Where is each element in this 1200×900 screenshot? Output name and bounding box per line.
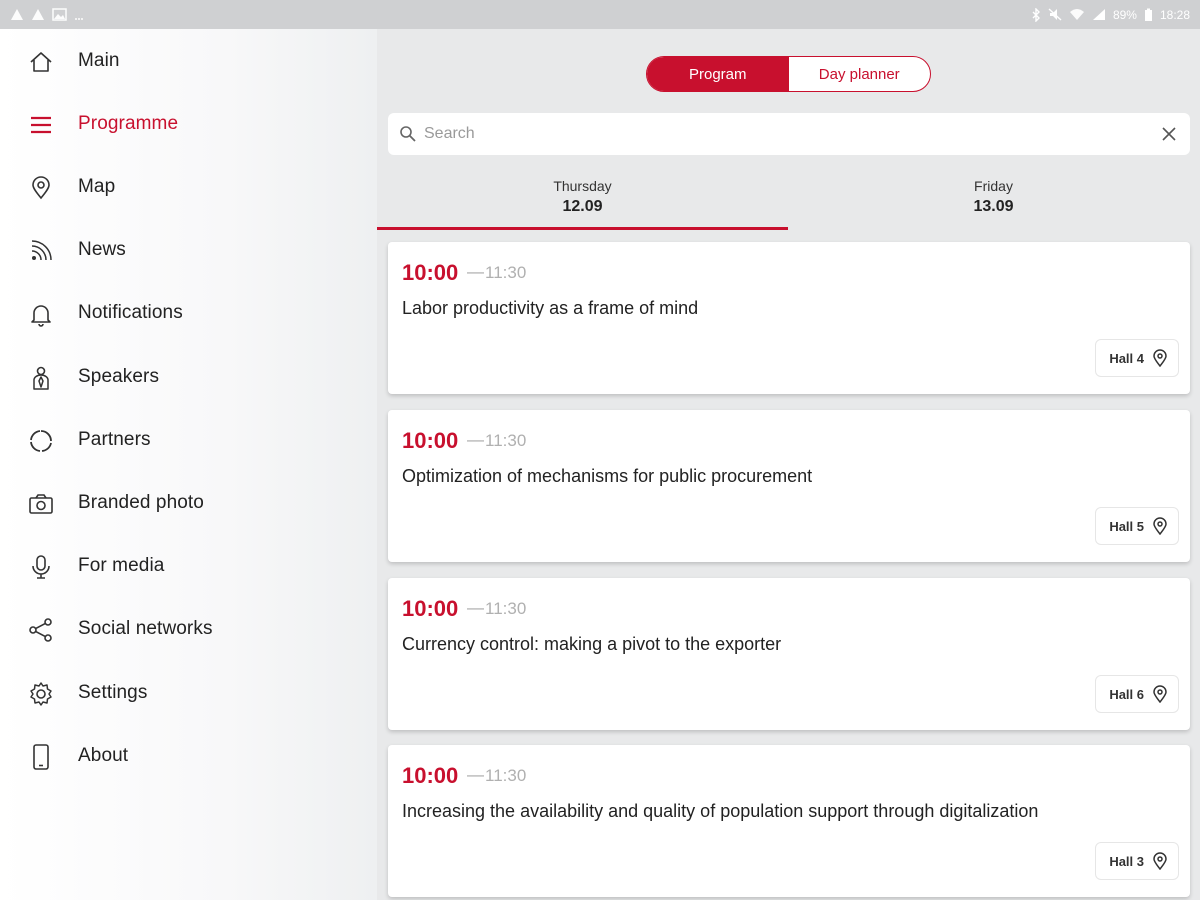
menu-item-label: Social networks: [78, 618, 213, 639]
menu-item-label: Settings: [78, 682, 148, 703]
session-end-time: 11:30: [485, 263, 527, 282]
session-start-time: 10:00: [402, 428, 459, 453]
map-pin-icon: [1153, 349, 1167, 367]
tab-friday[interactable]: Friday 13.09: [788, 169, 1199, 231]
day-tabs: Thursday 12.09 Friday 13.09: [377, 169, 1200, 231]
mute-icon: [1048, 8, 1062, 21]
hall-label: Hall 3: [1109, 853, 1144, 869]
search-icon: [399, 125, 417, 148]
wifi-icon: [1069, 9, 1084, 20]
menu-lines-icon: [28, 112, 54, 138]
menu-item-label: Notifications: [78, 302, 183, 323]
hall-label: Hall 6: [1109, 686, 1144, 702]
signal-icon: [1092, 9, 1105, 20]
active-tab-indicator: [377, 227, 788, 230]
menu-item-label: News: [78, 239, 126, 260]
speaker-person-icon: [28, 365, 54, 391]
phone-icon: [28, 744, 54, 770]
warning-icon: [32, 9, 44, 20]
tab-day-name: Friday: [974, 178, 1013, 194]
menu-item-map[interactable]: Map: [0, 165, 377, 209]
menu-item-news[interactable]: News: [0, 228, 377, 272]
map-pin-icon: [1153, 517, 1167, 535]
menu-item-speakers[interactable]: Speakers: [0, 355, 377, 399]
time-separator: —: [467, 262, 484, 281]
hall-location-button[interactable]: Hall 4: [1095, 339, 1179, 377]
session-card[interactable]: 10:00 — 11:30 Currency control: making a…: [388, 578, 1190, 730]
menu-item-label: About: [78, 745, 129, 766]
navigation-drawer: Main Programme Map News Notifications Sp…: [0, 29, 377, 900]
time-separator: —: [467, 598, 484, 617]
menu-item-partners[interactable]: Partners: [0, 418, 377, 462]
session-title: Currency control: making a pivot to the …: [402, 634, 782, 654]
session-start-time: 10:00: [402, 763, 459, 788]
menu-item-label: Map: [78, 176, 116, 197]
microphone-icon: [28, 554, 54, 580]
hall-location-button[interactable]: Hall 6: [1095, 675, 1179, 713]
menu-item-branded-photo[interactable]: Branded photo: [0, 481, 377, 525]
tab-date: 13.09: [973, 198, 1014, 215]
menu-item-label: Partners: [78, 429, 151, 450]
session-start-time: 10:00: [402, 260, 459, 285]
more-dots-icon: [75, 18, 83, 20]
programme-screen: Program Day planner Thursday 12.09 Frida…: [377, 29, 1200, 900]
battery-icon: [1144, 8, 1152, 21]
search-input[interactable]: [424, 119, 1144, 149]
hall-label: Hall 4: [1109, 350, 1144, 366]
menu-item-label: Main: [78, 50, 120, 71]
session-card[interactable]: 10:00 — 11:30 Increasing the availabilit…: [388, 745, 1190, 897]
rss-icon: [28, 238, 54, 264]
hall-location-button[interactable]: Hall 3: [1095, 842, 1179, 880]
clock: 18:28: [1159, 7, 1190, 22]
session-title: Labor productivity as a frame of mind: [402, 298, 699, 318]
time-separator: —: [467, 765, 484, 784]
warning-icon: [11, 9, 23, 20]
gear-icon: [28, 681, 54, 707]
menu-item-label: For media: [78, 555, 165, 576]
hall-location-button[interactable]: Hall 5: [1095, 507, 1179, 545]
tab-thursday[interactable]: Thursday 12.09: [377, 169, 788, 231]
day-planner-toggle-button[interactable]: Day planner: [789, 57, 931, 91]
session-card[interactable]: 10:00 — 11:30 Labor productivity as a fr…: [388, 242, 1190, 394]
menu-item-main[interactable]: Main: [0, 39, 377, 83]
map-pin-icon: [1153, 685, 1167, 703]
session-start-time: 10:00: [402, 596, 459, 621]
session-end-time: 11:30: [485, 766, 527, 785]
menu-item-label: Branded photo: [78, 492, 204, 513]
menu-item-programme[interactable]: Programme: [0, 102, 377, 146]
map-pin-icon: [28, 175, 54, 201]
session-title: Increasing the availability and quality …: [402, 801, 1039, 821]
menu-item-notifications[interactable]: Notifications: [0, 291, 377, 335]
status-bar-system: 89% 18:28: [1031, 7, 1190, 22]
camera-icon: [28, 491, 54, 517]
battery-percent: 89%: [1112, 7, 1137, 22]
session-title: Optimization of mechanisms for public pr…: [402, 466, 813, 486]
image-icon: [52, 8, 67, 21]
menu-item-label: Programme: [78, 113, 179, 134]
bell-icon: [28, 301, 54, 327]
view-switcher: Program Day planner: [646, 56, 931, 92]
status-bar-notifications: [10, 8, 84, 21]
partners-circle-icon: [28, 428, 54, 454]
session-end-time: 11:30: [485, 599, 527, 618]
status-bar: 89% 18:28: [0, 0, 1200, 29]
menu-item-for-media[interactable]: For media: [0, 544, 377, 588]
tab-day-name: Thursday: [553, 178, 612, 194]
share-icon: [28, 617, 54, 643]
search-bar: [388, 113, 1190, 155]
program-toggle-button[interactable]: Program: [647, 57, 789, 91]
menu-item-settings[interactable]: Settings: [0, 671, 377, 715]
home-icon: [28, 49, 54, 75]
map-pin-icon: [1153, 852, 1167, 870]
bluetooth-icon: [1032, 7, 1040, 22]
close-icon[interactable]: [1160, 125, 1178, 143]
menu-item-social-networks[interactable]: Social networks: [0, 607, 377, 651]
time-separator: —: [467, 430, 484, 449]
tab-date: 12.09: [562, 198, 603, 215]
menu-item-about[interactable]: About: [0, 734, 377, 778]
menu-item-label: Speakers: [78, 366, 160, 387]
session-card[interactable]: 10:00 — 11:30 Optimization of mechanisms…: [388, 410, 1190, 562]
session-end-time: 11:30: [485, 431, 527, 450]
hall-label: Hall 5: [1109, 518, 1144, 534]
